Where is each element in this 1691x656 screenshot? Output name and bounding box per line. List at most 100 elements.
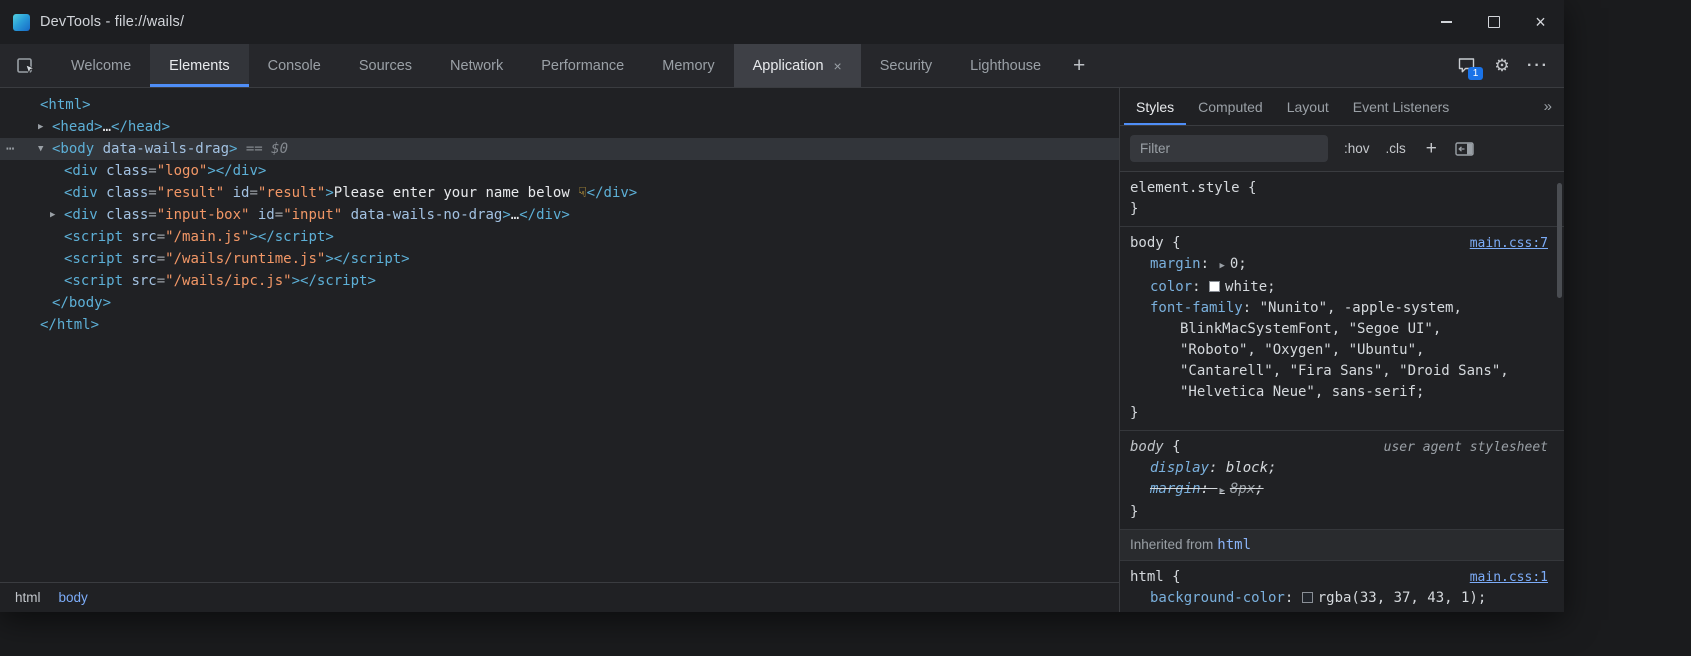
css-declaration[interactable]: font-family: "Nunito", -apple-system, Bl… [1130,298,1516,403]
minimize-button[interactable] [1423,0,1470,44]
punctuation: : [1201,481,1218,497]
styles-filter-input[interactable] [1130,135,1328,162]
rule-selector[interactable]: body [1130,437,1164,458]
elements-panel: <html>▶<head>…</head>⋯▼<body data-wails-… [0,88,1119,612]
tree-expand-arrow-icon[interactable]: ▶ [38,116,43,138]
code-token: … [511,207,519,223]
sidebar-tab-styles[interactable]: Styles [1124,88,1186,125]
tree-row[interactable]: ▶<head>…</head> [0,116,1119,138]
breadcrumb-item-body[interactable]: body [50,587,97,608]
tab-label: Memory [662,58,714,74]
tab-network[interactable]: Network [431,44,522,87]
code-token: id [249,207,274,223]
sidebar-tab-computed[interactable]: Computed [1186,88,1275,125]
tree-row[interactable]: </html> [0,314,1119,336]
code-token: src [123,251,157,267]
code-token: </div> [519,207,570,223]
tab-label: Performance [541,58,624,74]
tab-label: Elements [169,58,229,74]
css-declaration[interactable]: color: white; [1130,277,1516,298]
more-tools-button[interactable]: + [1060,44,1098,87]
sidebar-tab-layout[interactable]: Layout [1275,88,1341,125]
color-swatch-icon[interactable] [1302,592,1313,603]
tree-row[interactable]: ▶<div class="input-box" id="input" data-… [0,204,1119,226]
tree-row[interactable]: <script src="/main.js"></script> [0,226,1119,248]
more-options-button[interactable]: ··· [1520,49,1556,83]
sidebar-tab-event-listeners[interactable]: Event Listeners [1341,88,1462,125]
tree-row[interactable]: <div class="result" id="result">Please e… [0,182,1119,204]
code-token: <div [64,163,98,179]
rule-selector[interactable]: body [1130,233,1164,254]
expand-longhand-icon[interactable]: ▶ [1219,486,1224,496]
code-token: </div> [587,185,638,201]
inherited-from-header: Inherited fromhtml [1120,530,1564,561]
tab-memory[interactable]: Memory [643,44,733,87]
rule-header: body {user agent stylesheet [1130,437,1548,458]
new-style-rule-button[interactable]: + [1426,138,1437,160]
breadcrumb: html body [0,582,1119,612]
tab-security[interactable]: Security [861,44,951,87]
stylesheet-link[interactable]: main.css:7 [1470,233,1548,254]
feedback-button[interactable]: 1 [1448,49,1484,83]
overflow-tabs-button[interactable]: » [1532,88,1564,125]
titlebar[interactable]: DevTools - file://wails/ × [0,0,1564,44]
element-classes-button[interactable]: .cls [1386,141,1406,156]
css-property-name: margin [1150,256,1201,272]
node-menu-icon[interactable]: ⋯ [6,138,15,160]
inherited-node-link[interactable]: html [1217,537,1251,553]
tab-application[interactable]: Application× [734,44,861,87]
rule-header: body {main.css:7 [1130,233,1548,254]
tab-elements[interactable]: Elements [150,44,248,87]
devtools-window: DevTools - file://wails/ × Welcome Elemen… [0,0,1564,612]
expand-longhand-icon[interactable]: ▶ [1219,261,1224,271]
tab-lighthouse[interactable]: Lighthouse [951,44,1060,87]
css-property-name: margin [1150,481,1201,497]
maximize-button[interactable] [1470,0,1517,44]
css-declaration[interactable]: margin: ▶8px; [1130,479,1516,502]
code-token: "/wails/runtime.js" [165,251,325,267]
styles-content: element.style {}body {main.css:7margin: … [1120,172,1564,612]
tree-expand-arrow-icon[interactable]: ▶ [50,204,55,226]
styles-scrollbar[interactable] [1557,183,1562,298]
css-declaration[interactable]: margin: ▶0; [1130,254,1516,277]
css-declaration[interactable]: display: block; [1130,458,1516,479]
open-brace: { [1164,567,1181,588]
close-button[interactable]: × [1517,0,1564,44]
inspect-element-button[interactable] [8,44,44,87]
settings-button[interactable]: ⚙ [1484,49,1520,83]
tab-console[interactable]: Console [249,44,340,87]
tree-expand-arrow-icon[interactable]: ▼ [38,138,43,160]
code-token: "result" [258,185,325,201]
tree-row[interactable]: <script src="/wails/runtime.js"></script… [0,248,1119,270]
code-token: "/main.js" [165,229,249,245]
rule-selector[interactable]: element.style [1130,178,1240,199]
close-tab-icon[interactable]: × [834,58,842,74]
tree-row[interactable]: </body> [0,292,1119,314]
stylesheet-link[interactable]: main.css:1 [1470,567,1548,588]
tab-label: Lighthouse [970,58,1041,74]
css-declaration[interactable]: background-color: rgba(33, 37, 43, 1); [1130,588,1516,609]
rule-selector[interactable]: html [1130,567,1164,588]
code-token: = [157,229,165,245]
code-token: = [148,207,156,223]
code-token: data-wails-no-drag [342,207,502,223]
tab-sources[interactable]: Sources [340,44,431,87]
tree-row[interactable]: <html> [0,94,1119,116]
css-property-name: display [1150,460,1209,476]
sidebar-tabs-list: StylesComputedLayoutEvent Listeners [1124,88,1461,125]
tree-row[interactable]: <div class="logo"></div> [0,160,1119,182]
breadcrumb-item-html[interactable]: html [6,587,50,608]
computed-pane-toggle-button[interactable] [1455,142,1474,156]
color-swatch-icon[interactable] [1209,281,1220,292]
code-token: "logo" [157,163,208,179]
code-token: "/wails/ipc.js" [165,273,291,289]
toggle-element-state-button[interactable]: :hov [1344,141,1370,156]
code-token: <html> [40,97,91,113]
inspect-cursor-icon [16,56,36,76]
tab-label: Welcome [71,58,131,74]
code-token: "input-box" [157,207,250,223]
tab-performance[interactable]: Performance [522,44,643,87]
tree-row[interactable]: ⋯▼<body data-wails-drag> == $0 [0,138,1119,160]
tab-welcome[interactable]: Welcome [52,44,150,87]
tree-row[interactable]: <script src="/wails/ipc.js"></script> [0,270,1119,292]
